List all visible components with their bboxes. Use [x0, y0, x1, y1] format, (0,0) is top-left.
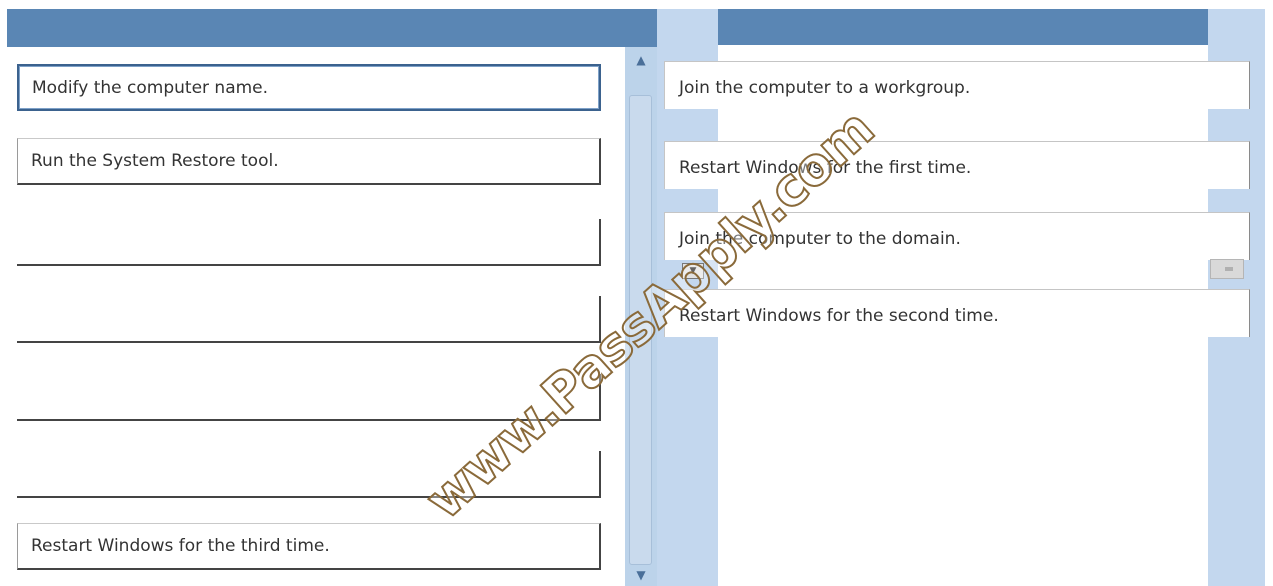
answer-slot-1[interactable]: Modify the computer name.	[17, 64, 601, 111]
scroll-thumb[interactable]	[629, 95, 652, 565]
scroll-down-icon[interactable]: ▼	[631, 566, 651, 584]
action-item-join-domain[interactable]: Join the computer to the domain.	[664, 212, 1250, 260]
actions-header	[718, 9, 1208, 45]
drag-drop-exercise: ▲ ▼ Modify the computer name. Run the Sy…	[0, 0, 1273, 586]
action-item-restart-first[interactable]: Restart Windows for the first time.	[664, 141, 1250, 189]
scroll-up-icon[interactable]: ▲	[631, 51, 651, 69]
answer-slot-4[interactable]	[17, 296, 601, 343]
answer-slot-5[interactable]	[17, 374, 601, 421]
dropdown-arrow-icon[interactable]: ▼	[682, 263, 704, 279]
answer-slot-6[interactable]	[17, 451, 601, 498]
answer-slot-2[interactable]: Run the System Restore tool.	[17, 138, 601, 185]
answer-slot-7[interactable]: Restart Windows for the third time.	[17, 523, 601, 570]
answer-slot-3[interactable]	[17, 219, 601, 266]
resize-grip-icon[interactable]	[1210, 259, 1244, 279]
answer-area-header	[7, 9, 657, 47]
action-item-join-workgroup[interactable]: Join the computer to a workgroup.	[664, 61, 1250, 109]
action-item-restart-second[interactable]: Restart Windows for the second time.	[664, 289, 1250, 337]
vertical-scrollbar[interactable]: ▲ ▼	[625, 47, 657, 586]
